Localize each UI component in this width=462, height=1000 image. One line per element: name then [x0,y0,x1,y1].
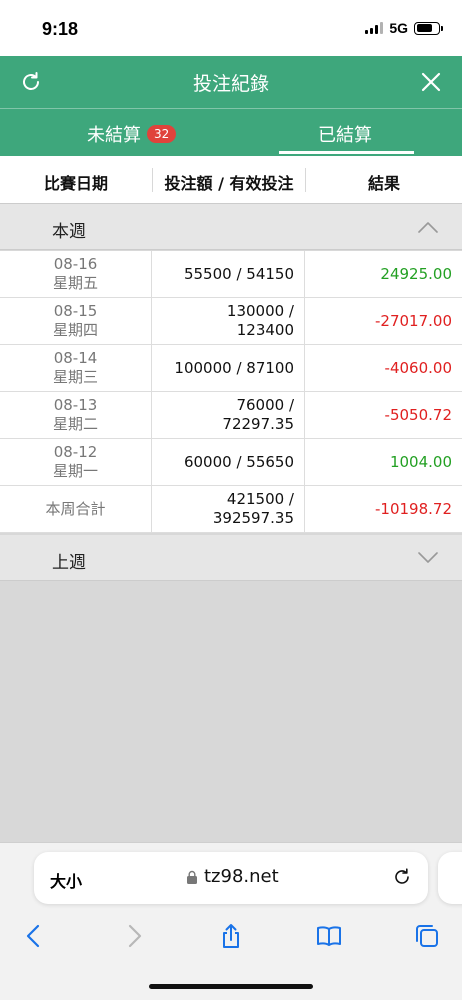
tabs-icon[interactable] [414,923,440,949]
tab-settled[interactable]: 已結算 [318,121,372,147]
this-week-rows: 08-16 星期五 55500 / 54150 24925.00 08-15 星… [0,251,462,533]
text-size-button[interactable]: 大小 [50,868,82,892]
chevron-up-icon [418,222,438,233]
bet-result: 1004.00 [389,452,452,471]
share-icon[interactable] [218,923,244,949]
valid-bet-amount: 72297.35 [222,415,294,433]
bet-amount: 55500 / 54150 [183,264,294,283]
bet-result: -27017.00 [375,311,452,330]
bet-result: -4060.00 [384,358,452,377]
table-row: 08-13 星期二 76000 / 72297.35 -5050.72 [0,392,462,439]
column-header-date: 比賽日期 [43,174,108,193]
unsettled-count-badge: 32 [147,125,177,143]
row-amount-cell: 60000 / 55650 [153,439,305,485]
forward-icon[interactable] [121,923,147,949]
match-weekday: 星期二 [52,415,98,433]
row-date-cell: 08-14 星期三 [0,345,152,391]
group-last-week[interactable]: 上週 [0,535,462,581]
match-date: 08-16 [53,255,98,273]
group-this-week[interactable]: 本週 [0,204,462,250]
table-header: 比賽日期 投注額 / 有效投注 結果 [0,156,462,204]
reload-icon[interactable] [392,867,412,887]
match-weekday: 星期三 [52,368,98,386]
row-result-cell: -4060.00 [306,345,462,391]
row-date-cell: 08-15 星期四 [0,298,152,344]
match-date: 08-12 [53,443,98,461]
bet-amount: 60000 / 55650 [183,452,294,471]
signal-icon [365,22,384,34]
match-date: 08-13 [53,396,98,414]
lock-icon [187,870,197,884]
bet-result: 24925.00 [380,264,452,283]
tab-bar: 未結算 32 已結算 [0,108,462,156]
row-result-cell: -27017.00 [306,298,462,344]
next-tab-preview[interactable] [438,852,462,904]
column-header-result: 結果 [367,174,400,193]
table-row: 08-14 星期三 100000 / 87100 -4060.00 [0,345,462,392]
match-weekday: 星期五 [52,274,98,292]
row-date-cell: 08-16 星期五 [0,251,152,297]
bet-amount: 76000 / [236,396,294,414]
bookmarks-icon[interactable] [316,923,342,949]
row-result-cell: 24925.00 [306,251,462,297]
bet-result: -5050.72 [384,405,452,424]
bet-amount: 130000 / [226,302,294,320]
total-row: 本周合計 421500 / 392597.35 -10198.72 [0,486,462,533]
row-result-cell: 1004.00 [306,439,462,485]
app-header: 投注紀錄 [0,56,462,108]
row-date-cell: 08-13 星期二 [0,392,152,438]
group-this-week-title: 本週 [52,222,86,242]
browser-toolbar: 大小 tz98.net [0,842,462,1000]
total-result-cell: -10198.72 [306,486,462,532]
chevron-down-icon [418,552,438,563]
status-bar: 9:18 5G [0,0,462,56]
status-time: 9:18 [42,19,79,39]
table-row: 08-16 星期五 55500 / 54150 24925.00 [0,251,462,298]
close-icon[interactable] [420,71,442,93]
home-indicator [149,984,313,989]
table-row: 08-12 星期一 60000 / 55650 1004.00 [0,439,462,486]
page-title: 投注紀錄 [192,73,269,95]
url-text: tz98.net [204,866,279,887]
valid-bet-amount: 123400 [236,321,294,339]
address-bar[interactable]: 大小 tz98.net [34,852,428,904]
back-icon[interactable] [21,923,47,949]
match-weekday: 星期一 [52,462,98,480]
row-amount-cell: 100000 / 87100 [153,345,305,391]
row-amount-cell: 76000 / 72297.35 [153,392,305,438]
active-tab-indicator [279,151,414,154]
total-bet-amount: 421500 / [226,490,294,508]
row-amount-cell: 130000 / 123400 [153,298,305,344]
row-date-cell: 08-12 星期一 [0,439,152,485]
column-header-amount: 投注額 / 有效投注 [164,174,294,193]
match-date: 08-15 [53,302,98,320]
row-amount-cell: 55500 / 54150 [153,251,305,297]
group-last-week-title: 上週 [52,553,86,573]
table-row: 08-15 星期四 130000 / 123400 -27017.00 [0,298,462,345]
status-indicators: 5G [365,20,443,36]
tab-unsettled-label: 未結算 [87,125,141,146]
total-amount-cell: 421500 / 392597.35 [153,486,305,532]
network-type: 5G [389,20,408,36]
bet-amount: 100000 / 87100 [174,358,294,377]
tab-unsettled[interactable]: 未結算 32 [87,121,177,147]
total-result: -10198.72 [375,499,452,518]
match-weekday: 星期四 [52,321,98,339]
row-result-cell: -5050.72 [306,392,462,438]
total-label: 本周合計 [45,499,106,518]
total-label-cell: 本周合計 [0,486,152,532]
battery-icon [414,21,443,35]
total-valid-bet-amount: 392597.35 [212,509,294,527]
match-date: 08-14 [53,349,98,367]
